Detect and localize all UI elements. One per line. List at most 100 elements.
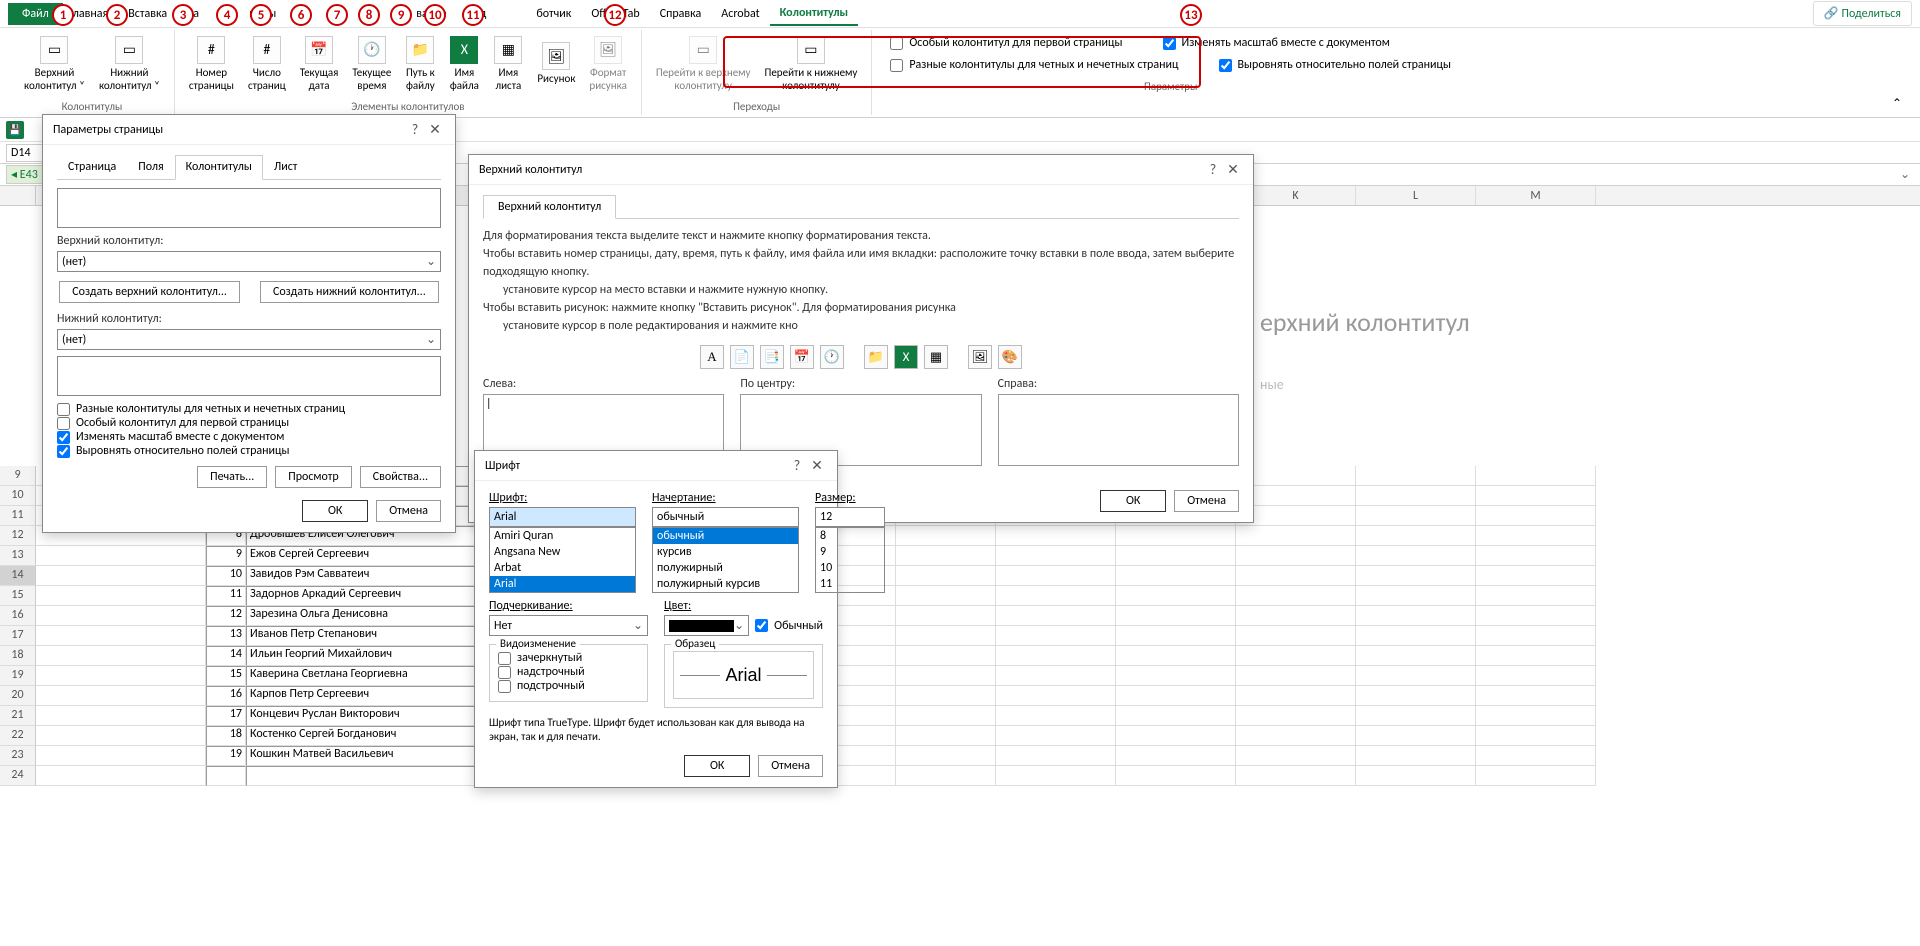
font-name-input[interactable] — [489, 507, 636, 527]
ribbon-current-date[interactable]: 📅Текущая дата — [294, 30, 345, 98]
page-setup-dialog: Параметры страницы ? ✕ Страница Поля Кол… — [42, 114, 456, 533]
dialog-close-hf[interactable]: ✕ — [1223, 161, 1243, 178]
ribbon-header-bottom[interactable]: ▭Нижний колонтитул ˅ — [93, 30, 166, 98]
font-dialog-title: Шрифт — [485, 459, 787, 473]
size-list[interactable]: 891011121416 — [815, 527, 885, 593]
check-align[interactable]: Выровнять относительно полей страницы — [1219, 58, 1452, 72]
hf-pagenum-button[interactable]: 📄 — [730, 345, 754, 369]
ribbon-group-nav: Переходы — [650, 98, 863, 115]
check-super[interactable]: надстрочный — [498, 665, 639, 679]
color-combo[interactable]: .⌄ — [664, 615, 749, 636]
hf-filename-button[interactable]: X — [894, 345, 918, 369]
hf-cancel-button[interactable]: Отмена — [1174, 490, 1239, 512]
font-ok-button[interactable]: ОК — [684, 755, 750, 777]
dialog-help-hf[interactable]: ? — [1203, 161, 1223, 178]
menu-acrobat[interactable]: Acrobat — [711, 3, 769, 25]
font-dialog-close[interactable]: ✕ — [807, 457, 827, 474]
properties-button[interactable]: Свойства... — [360, 466, 441, 488]
preview-button[interactable]: Просмотр — [275, 466, 351, 488]
excel-icon: X — [450, 36, 478, 64]
check-strike[interactable]: зачеркнутый — [498, 651, 639, 665]
hf-sheetname-button[interactable]: ▦ — [924, 345, 948, 369]
check-dlg-oddeven[interactable]: Разные колонтитулы для четных и нечетных… — [57, 402, 441, 416]
ribbon-page-number[interactable]: #Номер страницы — [183, 30, 240, 98]
page-setup-title: Параметры страницы — [53, 123, 405, 137]
create-header-button[interactable]: Создать верхний колонтитул... — [59, 281, 240, 303]
menu-headers[interactable]: Колонтитулы — [770, 2, 859, 26]
cancel-button[interactable]: Отмена — [376, 500, 441, 522]
create-footer-button[interactable]: Создать нижний колонтитул... — [260, 281, 439, 303]
label-footer: Нижний колонтитул: — [57, 312, 441, 326]
font-style-input[interactable] — [652, 507, 799, 527]
header-edit-title: Верхний колонтитул — [479, 163, 1203, 177]
footer-combo[interactable]: (нет)⌄ — [57, 329, 441, 350]
hf-date-button[interactable]: 📅 — [790, 345, 814, 369]
ribbon-format-picture: 🖼Формат рисунка — [583, 30, 632, 98]
sample-group: Образец Arial — [664, 644, 823, 708]
add-header-label[interactable]: ные — [1260, 376, 1284, 393]
tab-headers[interactable]: Колонтитулы — [175, 155, 263, 180]
check-normal-color[interactable]: Обычный — [755, 619, 823, 633]
ribbon-picture[interactable]: 🖼Рисунок — [531, 30, 581, 98]
image-icon: 🖼 — [542, 42, 570, 70]
menu-developer[interactable]: ботчик — [526, 3, 581, 25]
font-size-input[interactable] — [815, 507, 885, 527]
hash-icon: # — [197, 36, 225, 64]
ribbon-sheet-name[interactable]: ▦Имя листа — [487, 30, 529, 98]
underline-combo[interactable]: Нет⌄ — [489, 615, 648, 636]
ribbon-page-count[interactable]: #Число страниц — [242, 30, 292, 98]
hf-filepath-button[interactable]: 📁 — [864, 345, 888, 369]
print-button[interactable]: Печать... — [197, 466, 267, 488]
header-placeholder[interactable]: ерхний колонтитул — [1260, 306, 1470, 338]
hf-time-button[interactable]: 🕐 — [820, 345, 844, 369]
share-button[interactable]: 🔗 Поделиться — [1813, 1, 1912, 26]
sample-preview: Arial — [673, 651, 814, 699]
menu-bar: Файл лавная Вставка Ра мулы вание Вид бо… — [0, 0, 1920, 28]
folder-icon: 📁 — [406, 36, 434, 64]
grid-icon: ▦ — [494, 36, 522, 64]
dialog-help[interactable]: ? — [405, 121, 425, 138]
calendar-icon: 📅 — [305, 36, 333, 64]
format-image-icon: 🖼 — [594, 36, 622, 64]
ribbon-file-name[interactable]: XИмя файла — [443, 30, 485, 98]
style-list[interactable]: обычныйкурсивполужирныйполужирный курсив — [652, 527, 799, 593]
hf-font-button[interactable]: A — [700, 345, 724, 369]
hash-icon: # — [253, 36, 281, 64]
hf-format-pic-button[interactable]: 🎨 — [998, 345, 1022, 369]
hf-tab-header[interactable]: Верхний колонтитул — [483, 195, 616, 219]
ribbon-file-path[interactable]: 📁Путь к файлу — [399, 30, 441, 98]
hf-pagecount-button[interactable]: 📑 — [760, 345, 784, 369]
font-dialog: Шрифт ? ✕ Шрифт: Amiri QuranAngsana NewA… — [474, 450, 838, 788]
ribbon-group-hf: Колонтитулы — [18, 98, 166, 115]
check-sub[interactable]: подстрочный — [498, 679, 639, 693]
clock-icon: 🕐 — [358, 36, 386, 64]
header-combo[interactable]: (нет)⌄ — [57, 251, 441, 272]
ribbon-current-time[interactable]: 🕐Текущее время — [346, 30, 397, 98]
font-dialog-help[interactable]: ? — [787, 457, 807, 474]
ok-button[interactable]: ОК — [302, 500, 368, 522]
tab-page[interactable]: Страница — [57, 155, 127, 179]
dialog-close[interactable]: ✕ — [425, 121, 445, 138]
font-cancel-button[interactable]: Отмена — [758, 755, 823, 777]
ribbon-collapse[interactable]: ⌃ — [1884, 92, 1910, 115]
save-icon[interactable]: 💾 — [6, 121, 24, 139]
ribbon-header-top[interactable]: ▭Верхний колонтитул ˅ — [18, 30, 91, 98]
formula-expand[interactable]: ⌄ — [1896, 167, 1914, 182]
tab-sheet[interactable]: Лист — [263, 155, 309, 179]
footer-preview — [57, 356, 441, 396]
hf-instructions: Для форматирования текста выделите текст… — [483, 227, 1239, 335]
header-preview — [57, 188, 441, 228]
menu-help[interactable]: Справка — [650, 3, 712, 25]
label-header: Верхний колонтитул: — [57, 234, 441, 248]
hf-picture-button[interactable]: 🖼 — [968, 345, 992, 369]
hf-right-input[interactable] — [998, 394, 1239, 466]
effects-group: Видоизменение зачеркнутый надстрочный по… — [489, 644, 648, 702]
hf-ok-button[interactable]: ОК — [1100, 490, 1166, 512]
ribbon-group-elements: Элементы колонтитулов — [183, 98, 633, 115]
font-note: Шрифт типа TrueType. Шрифт будет использ… — [489, 716, 823, 745]
check-dlg-first[interactable]: Особый колонтитул для первой страницы — [57, 416, 441, 430]
check-dlg-align[interactable]: Выровнять относительно полей страницы — [57, 444, 441, 458]
check-dlg-scale[interactable]: Изменять масштаб вместе с документом — [57, 430, 441, 444]
tab-margins[interactable]: Поля — [127, 155, 174, 179]
font-list[interactable]: Amiri QuranAngsana NewArbatArialArial Bl… — [489, 527, 636, 593]
